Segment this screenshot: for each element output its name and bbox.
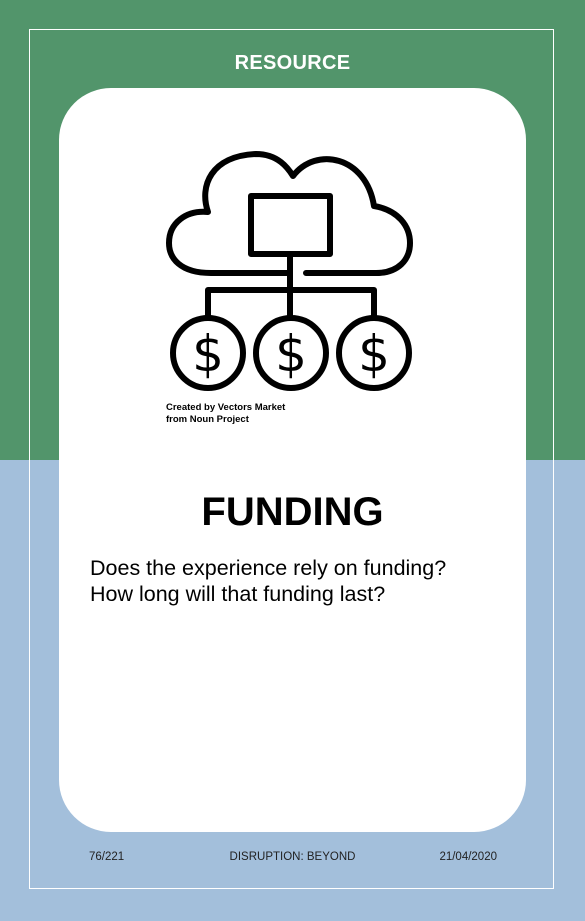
card-title: FUNDING (201, 490, 384, 534)
icon-credit: Created by Vectors Market from Noun Proj… (166, 402, 285, 426)
deck-name: DISRUPTION: BEYOND (229, 851, 356, 863)
cloud-funding-icon: $ $ $ (166, 151, 413, 391)
category-label: RESOURCE (234, 52, 351, 74)
card-date: 21/04/2020 (439, 851, 497, 863)
dollar-glyph-center: $ (275, 325, 307, 383)
icon-credit-line-1: Created by Vectors Market (166, 402, 286, 413)
icon-credit-line-2: from Noun Project (166, 414, 249, 425)
question-line-2: How long will that funding last? (90, 582, 386, 606)
dollar-glyph-left: $ (192, 325, 224, 383)
dollar-glyph-right: $ (358, 325, 390, 383)
question-line-1: Does the experience rely on funding? (90, 556, 447, 580)
